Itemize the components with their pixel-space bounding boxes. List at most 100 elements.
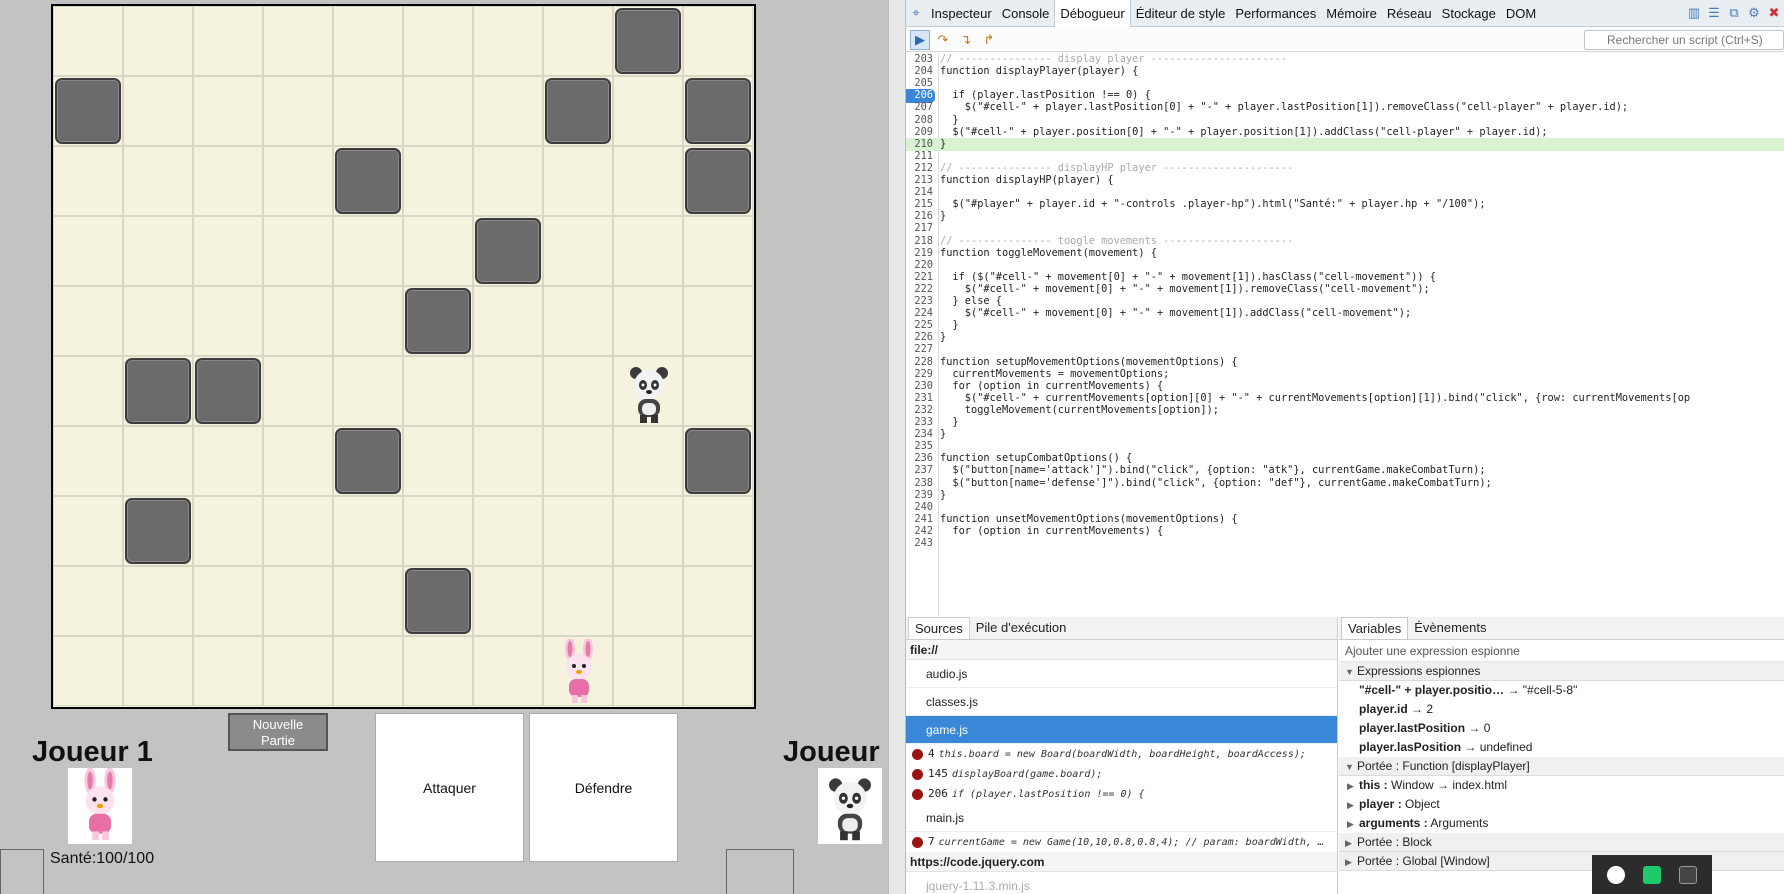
board-cell[interactable] — [613, 146, 683, 216]
board-cell[interactable] — [333, 76, 403, 146]
board-cell[interactable] — [123, 146, 193, 216]
breakpoint-row[interactable]: 145 displayBoard(game.board); — [906, 764, 1337, 784]
devtools-tab[interactable]: Réseau — [1382, 0, 1437, 27]
new-game-button[interactable]: Nouvelle Partie — [228, 713, 328, 751]
step-in-icon[interactable]: ↴ — [956, 30, 976, 50]
board-cell[interactable] — [473, 566, 543, 636]
wall-cell[interactable] — [683, 76, 753, 146]
board-cell[interactable] — [333, 636, 403, 706]
board-cell[interactable] — [123, 6, 193, 76]
board-cell[interactable] — [683, 216, 753, 286]
source-editor[interactable]: 203// --------------- display player ---… — [906, 53, 1784, 616]
tab-variables[interactable]: Variables — [1341, 617, 1409, 639]
devtools-tab[interactable]: Console — [997, 0, 1055, 27]
wall-cell[interactable] — [333, 146, 403, 216]
board-cell[interactable] — [473, 426, 543, 496]
scope-block-header[interactable]: ▶ Portée : Block — [1339, 833, 1784, 852]
board-cell[interactable] — [193, 286, 263, 356]
board-cell[interactable] — [53, 146, 123, 216]
board-cell[interactable] — [543, 566, 613, 636]
tab-events[interactable]: Évènements — [1408, 617, 1492, 639]
board-cell[interactable] — [543, 216, 613, 286]
board-cell[interactable] — [53, 356, 123, 426]
devtools-tab[interactable]: Mémoire — [1321, 0, 1382, 27]
tab-call-stack[interactable]: Pile d'exécution — [970, 617, 1073, 639]
split-console-icon[interactable]: ☰ — [1704, 3, 1724, 23]
wall-cell[interactable] — [683, 146, 753, 216]
breakpoint-icon[interactable] — [912, 748, 923, 760]
board-cell[interactable] — [193, 566, 263, 636]
board-cell[interactable] — [123, 216, 193, 286]
board-cell[interactable] — [683, 566, 753, 636]
resume-icon[interactable]: ▶ — [910, 30, 930, 50]
board-cell[interactable] — [53, 426, 123, 496]
watch-row[interactable]: "#cell-" + player.positio… → "#cell-5-8" — [1339, 681, 1784, 700]
board-cell[interactable] — [473, 286, 543, 356]
board-cell[interactable] — [473, 496, 543, 566]
board-cell[interactable] — [333, 496, 403, 566]
undock-icon[interactable]: ⧉ — [1724, 3, 1744, 23]
wall-cell[interactable] — [123, 356, 193, 426]
attack-button[interactable]: Attaquer — [375, 713, 524, 862]
board-cell[interactable] — [473, 636, 543, 706]
board-cell[interactable] — [333, 566, 403, 636]
devtools-tab[interactable]: Performances — [1230, 0, 1321, 27]
board-cell[interactable] — [263, 426, 333, 496]
board-cell[interactable] — [123, 286, 193, 356]
board-cell[interactable] — [683, 6, 753, 76]
scope-var-row[interactable]: ▶ arguments : Arguments — [1339, 814, 1784, 833]
splitter[interactable] — [888, 0, 906, 894]
board-cell[interactable] — [613, 496, 683, 566]
devtools-tab[interactable]: Inspecteur — [926, 0, 997, 27]
defend-button[interactable]: Défendre — [529, 713, 678, 862]
board-cell[interactable] — [403, 216, 473, 286]
wall-cell[interactable] — [123, 496, 193, 566]
board-cell[interactable] — [123, 76, 193, 146]
board-cell[interactable] — [193, 426, 263, 496]
wall-cell[interactable] — [403, 286, 473, 356]
devtools-tab[interactable]: Stockage — [1437, 0, 1501, 27]
devtools-tab[interactable]: Débogueur — [1054, 0, 1131, 27]
step-over-icon[interactable]: ↷ — [933, 30, 953, 50]
board-cell[interactable] — [333, 356, 403, 426]
board-cell[interactable] — [263, 76, 333, 146]
board-cell[interactable] — [53, 566, 123, 636]
source-file-main[interactable]: main.js — [906, 804, 1337, 832]
board-cell[interactable] — [543, 636, 613, 706]
board-cell[interactable] — [123, 566, 193, 636]
source-file-audio[interactable]: audio.js — [906, 660, 1337, 688]
watch-row[interactable]: player.lastPosition → 0 — [1339, 719, 1784, 738]
board-cell[interactable] — [613, 566, 683, 636]
board-cell[interactable] — [613, 286, 683, 356]
app-icon[interactable] — [1679, 865, 1697, 884]
board-cell[interactable] — [403, 6, 473, 76]
board-cell[interactable] — [683, 636, 753, 706]
watch-row[interactable]: player.id → 2 — [1339, 700, 1784, 719]
devtools-tab[interactable]: Éditeur de style — [1131, 0, 1231, 27]
board-cell[interactable] — [263, 356, 333, 426]
board-cell[interactable] — [53, 636, 123, 706]
breakpoint-row[interactable]: 4 this.board = new Board(boardWidth, boar… — [906, 744, 1337, 764]
board-cell[interactable] — [613, 356, 683, 426]
collapsed-icon[interactable]: ▶ — [1347, 777, 1355, 795]
source-file-game[interactable]: game.js — [906, 716, 1337, 744]
board-cell[interactable] — [263, 566, 333, 636]
close-icon[interactable]: ✖ — [1764, 3, 1784, 23]
script-search-input[interactable]: Rechercher un script (Ctrl+S) — [1584, 30, 1784, 50]
board-cell[interactable] — [263, 636, 333, 706]
board-cell[interactable] — [613, 426, 683, 496]
board-cell[interactable] — [473, 356, 543, 426]
scope-function-header[interactable]: ▼ Portée : Function [displayPlayer] — [1339, 757, 1784, 776]
tab-sources[interactable]: Sources — [908, 617, 970, 639]
scope-var-row[interactable]: ▶ player : Object — [1339, 795, 1784, 814]
watch-row[interactable]: player.lasPosition → undefined — [1339, 738, 1784, 757]
board-cell[interactable] — [333, 286, 403, 356]
board-cell[interactable] — [403, 76, 473, 146]
source-file-classes[interactable]: classes.js — [906, 688, 1337, 716]
scope-global-header[interactable]: ▶ Portée : Global [Window] — [1339, 852, 1784, 871]
board-cell[interactable] — [193, 6, 263, 76]
wall-cell[interactable] — [473, 216, 543, 286]
chat-icon[interactable] — [1643, 865, 1661, 884]
settings-icon[interactable]: ⚙ — [1744, 3, 1764, 23]
wall-cell[interactable] — [683, 426, 753, 496]
